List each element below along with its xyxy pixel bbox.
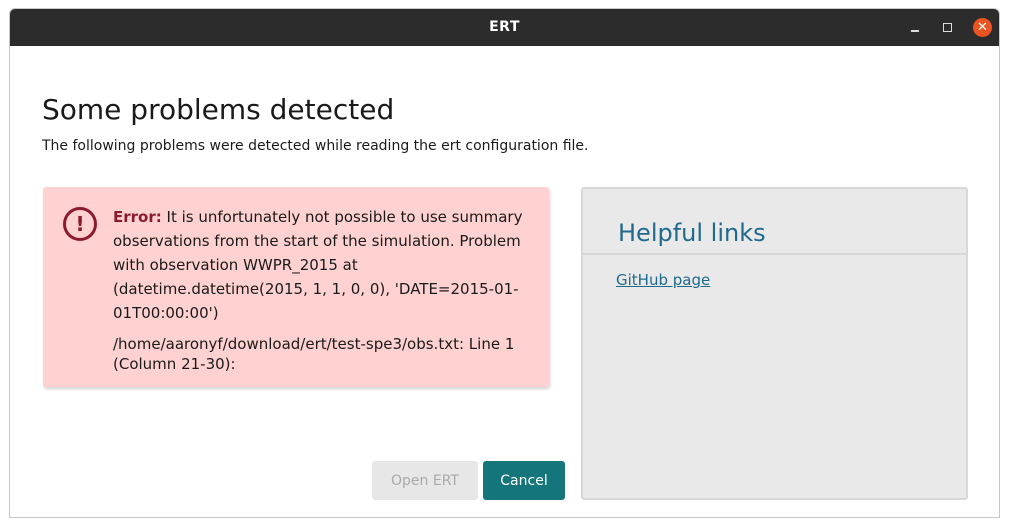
helpful-links-panel: Helpful links GitHub page <box>581 187 968 500</box>
ert-window: ERT ✕ Some problems detected The followi… <box>9 8 1000 518</box>
error-message: It is unfortunately not possible to use … <box>113 208 523 322</box>
helpful-links-title: Helpful links <box>618 219 766 247</box>
exclamation-circle-icon: ! <box>63 207 97 241</box>
cancel-button[interactable]: Cancel <box>483 461 565 500</box>
open-ert-button[interactable]: Open ERT <box>372 461 478 500</box>
helpful-links-header: Helpful links <box>583 189 966 255</box>
close-icon[interactable]: ✕ <box>973 18 992 37</box>
title-bar[interactable]: ERT ✕ <box>10 9 999 46</box>
page-title: Some problems detected <box>42 93 395 126</box>
error-message-box: ! Error: It is unfortunately not possibl… <box>43 187 549 387</box>
error-text: Error: It is unfortunately not possible … <box>113 205 533 325</box>
minimize-icon[interactable] <box>906 18 926 38</box>
error-label: Error: <box>113 208 162 226</box>
github-page-link[interactable]: GitHub page <box>616 271 710 289</box>
error-location: /home/aaronyf/download/ert/test-spe3/obs… <box>113 335 515 373</box>
window-title: ERT <box>489 19 520 35</box>
page-subtitle: The following problems were detected whi… <box>42 138 589 154</box>
maximize-icon[interactable] <box>938 18 958 38</box>
